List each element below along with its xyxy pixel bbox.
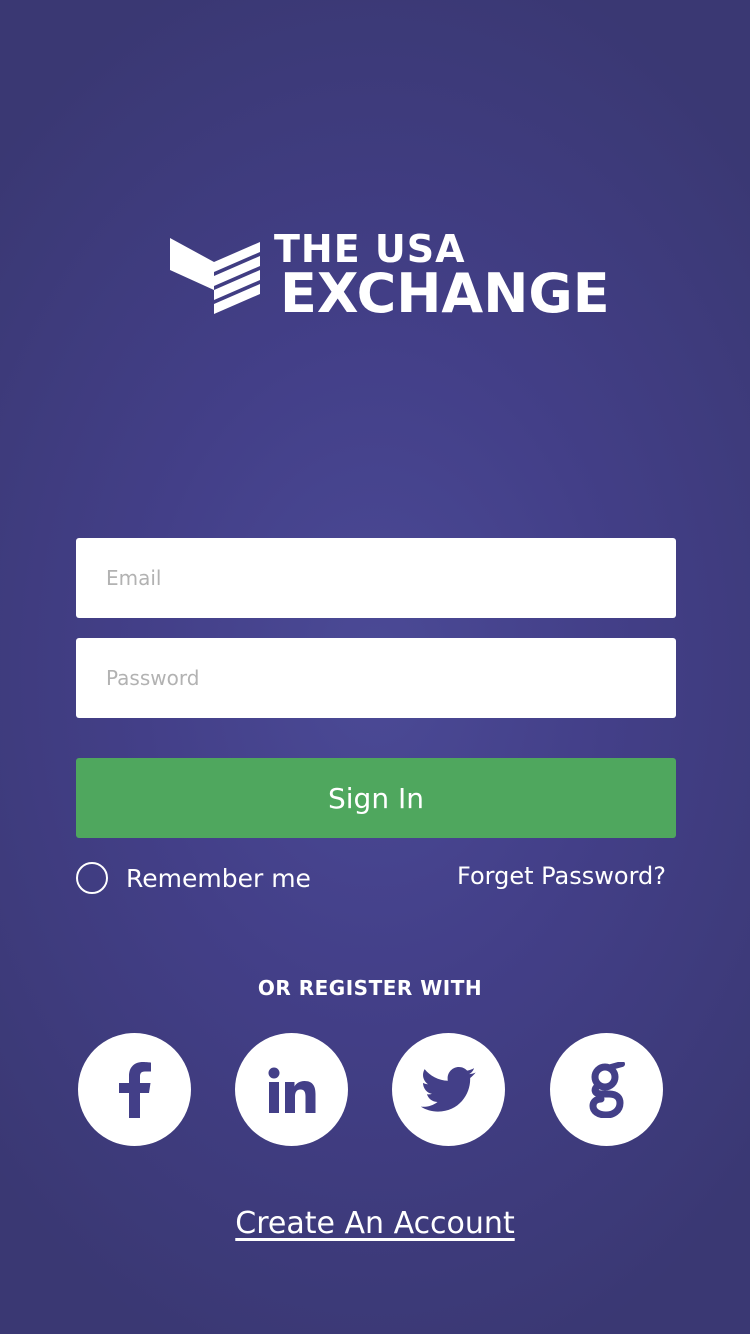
linkedin-icon	[268, 1067, 315, 1113]
register-with-heading: OR REGISTER WITH	[257, 976, 483, 1000]
linkedin-button[interactable]	[235, 1033, 348, 1146]
sign-in-button[interactable]: Sign In	[76, 758, 676, 838]
facebook-button[interactable]	[78, 1033, 191, 1146]
logo-text-line2: EXCHANGE	[280, 262, 610, 325]
facebook-icon	[118, 1061, 151, 1118]
remember-me-label: Remember me	[126, 863, 311, 893]
g-icon	[588, 1061, 625, 1118]
remember-me-toggle[interactable]: Remember me	[76, 860, 311, 896]
twitter-icon	[420, 1066, 476, 1112]
create-account-link[interactable]: Create An Account	[0, 1206, 750, 1241]
app-logo: THE USA EXCHANGE	[168, 228, 610, 324]
email-field[interactable]	[76, 538, 676, 618]
twitter-button[interactable]	[392, 1033, 505, 1146]
password-field[interactable]	[76, 638, 676, 718]
forgot-password-link[interactable]: Forget Password?	[457, 862, 666, 890]
g-button[interactable]	[550, 1033, 663, 1146]
social-login-row	[78, 1033, 663, 1147]
remember-me-radio[interactable]	[76, 862, 108, 894]
logo-mark-icon	[170, 238, 260, 314]
